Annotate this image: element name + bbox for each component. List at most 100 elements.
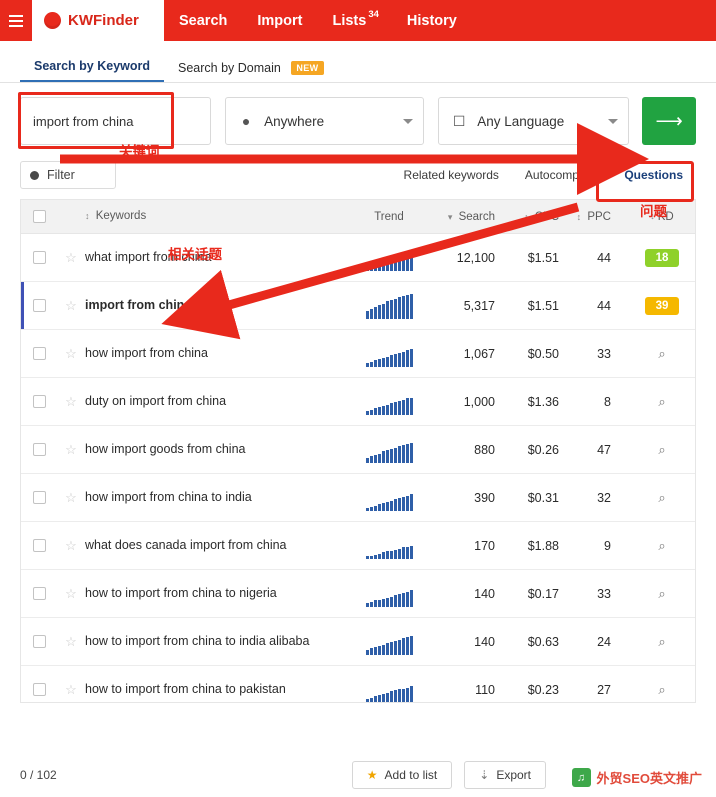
row-checkbox[interactable]: [21, 251, 57, 264]
hamburger-icon[interactable]: [0, 0, 32, 41]
trend-sparkline: [341, 341, 437, 367]
table-row[interactable]: ☆ how import from china to india 390 $0.31 3…: [21, 474, 695, 522]
brand-logo[interactable]: KWFinder: [32, 0, 164, 41]
row-checkbox[interactable]: [21, 443, 57, 456]
star-icon[interactable]: ☆: [57, 490, 85, 506]
location-select[interactable]: ● Anywhere: [225, 97, 425, 145]
keyword-cell[interactable]: how to import from china to nigeria: [85, 586, 341, 602]
kd-cell[interactable]: ⌕: [629, 490, 695, 506]
keyword-cell[interactable]: what does canada import from china: [85, 538, 341, 554]
keyword-cell[interactable]: import from china: [85, 298, 341, 314]
row-checkbox[interactable]: [21, 395, 57, 408]
nav-item-lists-label: Lists: [332, 12, 367, 29]
row-checkbox[interactable]: [21, 347, 57, 360]
kd-score-badge: 18: [645, 248, 679, 267]
kd-score-badge: 39: [645, 296, 679, 315]
star-icon[interactable]: ☆: [57, 538, 85, 554]
kd-cell[interactable]: ⌕: [629, 346, 695, 362]
keyword-cell[interactable]: how import goods from china: [85, 442, 341, 458]
row-checkbox[interactable]: [21, 587, 57, 600]
search-icon[interactable]: ⌕: [658, 490, 665, 506]
table-row[interactable]: ☆ duty on import from china 1,000 $1.36 8 ⌕: [21, 378, 695, 426]
keyword-input[interactable]: import from china: [20, 97, 212, 145]
cpc-cell: $1.36: [527, 394, 559, 409]
filter-button[interactable]: Filter: [20, 161, 116, 189]
sort-icon: ↕: [524, 211, 529, 222]
table-row[interactable]: ☆ how to import from china to pakistan 110…: [21, 666, 695, 702]
watermark: ♫ 外贸SEO英文推广: [571, 768, 702, 787]
table-row[interactable]: ☆ how import from china 1,067 $0.50 33 ⌕: [21, 330, 695, 378]
search-volume-cell: 140: [474, 586, 495, 601]
header-ppc[interactable]: ↕ PPC: [573, 211, 629, 223]
kd-cell[interactable]: ⌕: [629, 682, 695, 698]
search-volume-cell: 110: [475, 682, 495, 697]
select-all-checkbox[interactable]: [21, 210, 57, 223]
row-checkbox[interactable]: [21, 539, 57, 552]
search-icon[interactable]: ⌕: [658, 346, 665, 362]
header-ppc-label: PPC: [587, 210, 611, 223]
search-volume-cell: 880: [474, 442, 495, 457]
row-checkbox[interactable]: [21, 491, 57, 504]
kd-cell[interactable]: ⌕: [629, 442, 695, 458]
search-icon[interactable]: ⌕: [658, 586, 665, 602]
search-icon[interactable]: ⌕: [658, 442, 665, 458]
search-submit-button[interactable]: ⟶: [642, 97, 697, 145]
tab-questions[interactable]: Questions: [611, 161, 696, 189]
table-row[interactable]: ☆ what import from china 12,100 $1.51 44 18: [21, 234, 695, 282]
location-select-value: Anywhere: [264, 113, 325, 129]
row-checkbox[interactable]: [21, 299, 57, 312]
keyword-cell[interactable]: how import from china to india: [85, 490, 341, 506]
tab-search-by-domain-label: Search by Domain: [178, 61, 281, 75]
kd-cell[interactable]: ⌕: [629, 634, 695, 650]
ppc-cell: 27: [597, 682, 611, 697]
tab-autocomplete[interactable]: Autocomplete: [512, 161, 611, 189]
nav-item-search[interactable]: Search: [164, 0, 242, 41]
star-icon[interactable]: ☆: [57, 298, 85, 314]
star-icon[interactable]: ☆: [57, 250, 85, 266]
keyword-cell[interactable]: duty on import from china: [85, 394, 341, 410]
ppc-cell: 32: [597, 490, 611, 505]
kd-cell[interactable]: ⌕: [629, 586, 695, 602]
star-icon[interactable]: ☆: [57, 442, 85, 458]
trend-sparkline: [341, 293, 437, 319]
keyword-cell[interactable]: how to import from china to pakistan: [85, 682, 341, 698]
kd-cell[interactable]: ⌕: [629, 394, 695, 410]
tab-search-by-keyword[interactable]: Search by Keyword: [20, 55, 165, 82]
cpc-cell: $0.23: [527, 682, 559, 697]
star-icon[interactable]: ☆: [57, 634, 85, 650]
search-icon[interactable]: ⌕: [658, 538, 665, 554]
search-icon[interactable]: ⌕: [658, 634, 665, 650]
table-header-row: ↕ Keywords Trend ▾ Search ↕ CPC ↕ PPC ↕ …: [20, 199, 696, 233]
tab-related-keywords[interactable]: Related keywords: [391, 161, 512, 189]
nav-item-import[interactable]: Import: [242, 0, 317, 41]
star-icon[interactable]: ☆: [57, 586, 85, 602]
table-row[interactable]: ☆ import from china 5,317 $1.51 44 39: [21, 282, 695, 330]
keyword-cell[interactable]: how to import from china to india alibab…: [85, 634, 341, 650]
row-checkbox[interactable]: [21, 683, 57, 696]
search-icon[interactable]: ⌕: [658, 394, 665, 410]
search-controls: import from china ● Anywhere ☐ Any Langu…: [0, 83, 716, 145]
search-volume-cell: 12,100: [456, 250, 495, 265]
add-to-list-button[interactable]: ★ Add to list: [351, 761, 453, 789]
table-row[interactable]: ☆ what does canada import from china 170 $1…: [21, 522, 695, 570]
table-row[interactable]: ☆ how to import from china to nigeria 140 $…: [21, 570, 695, 618]
tab-search-by-domain[interactable]: Search by Domain NEW: [164, 57, 338, 82]
search-volume-cell: 140: [474, 634, 495, 649]
search-icon[interactable]: ⌕: [658, 682, 665, 698]
row-checkbox[interactable]: [21, 635, 57, 648]
star-icon[interactable]: ☆: [57, 394, 85, 410]
nav-item-lists[interactable]: Lists 34: [317, 0, 391, 41]
export-button[interactable]: ⇣ Export: [464, 761, 546, 789]
table-row[interactable]: ☆ how import goods from china 880 $0.26 47 ⌕: [21, 426, 695, 474]
cpc-cell: $1.51: [527, 298, 559, 313]
keyword-cell[interactable]: how import from china: [85, 346, 341, 362]
star-icon[interactable]: ☆: [57, 346, 85, 362]
header-cpc[interactable]: ↕ CPC: [511, 211, 573, 223]
kd-cell[interactable]: ⌕: [629, 538, 695, 554]
header-search[interactable]: ▾ Search: [437, 211, 511, 223]
header-keywords[interactable]: ↕ Keywords: [85, 209, 341, 223]
nav-item-history[interactable]: History: [392, 0, 472, 41]
language-select[interactable]: ☐ Any Language: [438, 97, 630, 145]
star-icon[interactable]: ☆: [57, 682, 85, 698]
table-row[interactable]: ☆ how to import from china to india aliba…: [21, 618, 695, 666]
